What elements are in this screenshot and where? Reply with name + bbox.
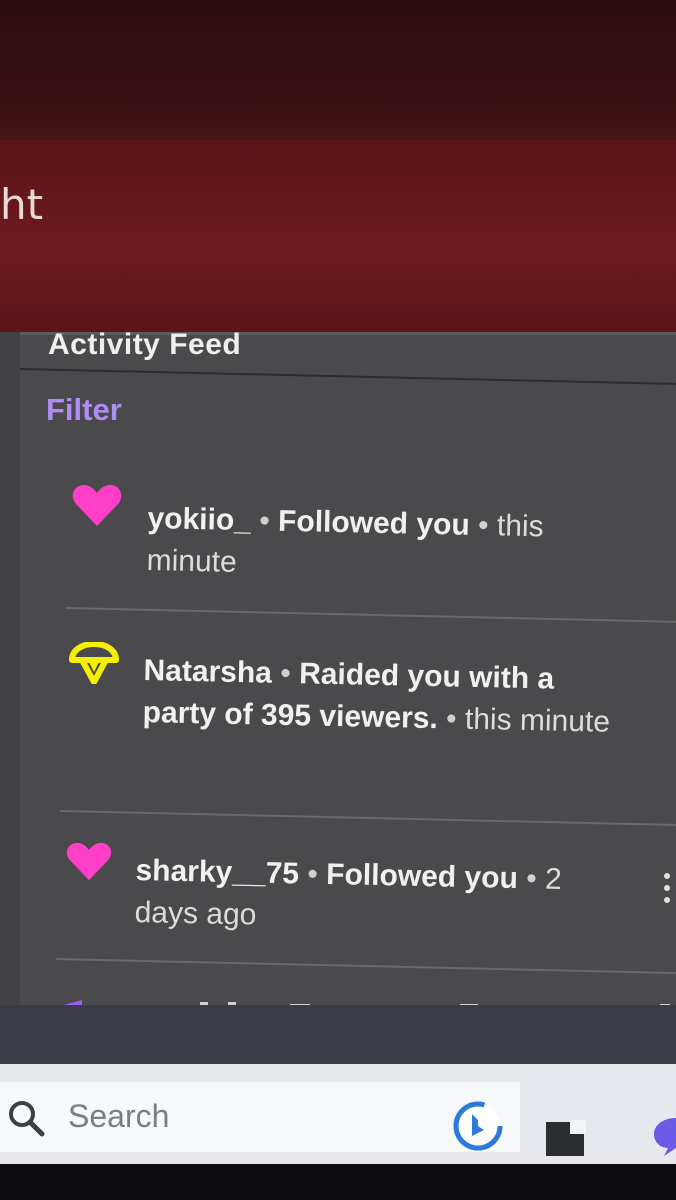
activity-feed-title: Activity Feed (48, 328, 242, 361)
screen-bezel (0, 1164, 676, 1200)
feed-item-time: this minute (464, 702, 611, 739)
chat-app-icon[interactable] (648, 1112, 676, 1158)
feed-item-follow-sharky[interactable]: sharky__75 • Followed you • 2 days ago (134, 850, 626, 944)
taskbar-search-input[interactable]: Search (68, 1098, 169, 1135)
feed-item-separator: • (279, 656, 292, 691)
feed-item-action: Followed you (277, 504, 471, 542)
feed-item-username[interactable]: yokiio_ (147, 502, 251, 537)
feed-item-username[interactable]: Natarsha (143, 654, 272, 690)
search-icon (9, 1101, 45, 1137)
filter-button[interactable]: Filter (46, 392, 122, 428)
feed-item-separator: • (258, 504, 271, 538)
feed-item-separator: • (525, 862, 538, 896)
background-banner-text: ht (0, 180, 44, 229)
feed-item-action: Followed you (325, 857, 519, 895)
more-options-icon[interactable] (664, 873, 672, 907)
heart-icon (72, 485, 122, 526)
desktop-strip (0, 1005, 676, 1065)
heart-icon (66, 842, 112, 881)
task-view-icon[interactable] (544, 1118, 588, 1158)
bing-icon[interactable] (452, 1100, 504, 1152)
feed-item-raid-natarsha[interactable]: Natarsha • Raided you with a party of 39… (142, 650, 634, 744)
raid-icon (69, 642, 119, 684)
background-window-top (0, 0, 676, 150)
feed-item-separator: • (307, 857, 319, 891)
feed-left-rail (0, 332, 20, 1022)
feed-item-separator: • (477, 508, 489, 543)
feed-item-username[interactable]: sharky__75 (135, 854, 299, 890)
feed-item-follow-yokiio[interactable]: yokiio_ • Followed you • this minute (146, 498, 638, 592)
feed-item-separator: • (445, 702, 457, 736)
